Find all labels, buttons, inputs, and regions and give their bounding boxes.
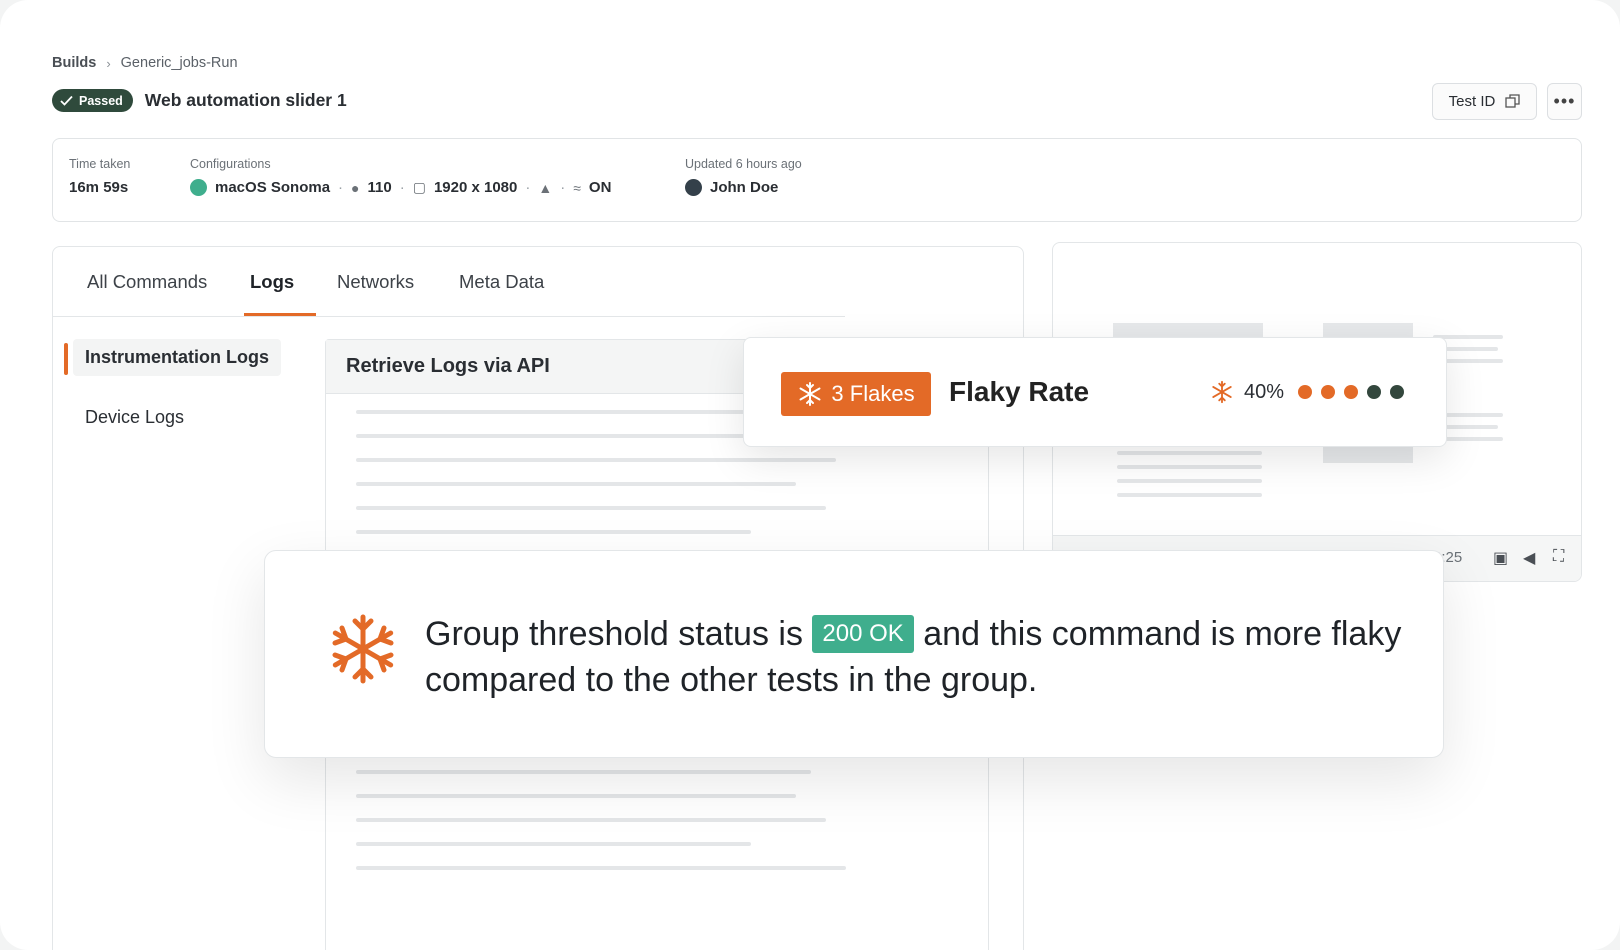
app-frame: Builds › Generic_jobs-Run Passed Web aut… <box>0 0 1620 950</box>
separator: · <box>399 179 405 196</box>
status-code-chip: 200 OK <box>812 615 914 653</box>
flakes-badge: 3 Flakes <box>781 372 931 416</box>
resolution: 1920 x 1080 <box>433 179 518 196</box>
breadcrumb-builds-link[interactable]: Builds <box>52 55 96 71</box>
tab-meta-data[interactable]: Meta Data <box>459 271 544 293</box>
snowflake-icon <box>799 382 821 406</box>
log-line <box>356 458 836 462</box>
flaky-rate-title: Flaky Rate <box>949 376 1090 407</box>
configurations-value: macOS Sonoma · ● 110 · ▢ 1920 x 1080 · ▲… <box>190 179 611 196</box>
threshold-text-before: Group threshold status is <box>425 615 803 653</box>
group-threshold-card: Group threshold status is 200 OK and thi… <box>264 550 1444 758</box>
user-avatar <box>685 179 702 196</box>
title-row: Passed Web automation slider 1 <box>52 89 347 112</box>
apple-icon: ● <box>351 179 360 196</box>
snowflake-icon <box>332 614 394 684</box>
log-line <box>356 866 846 870</box>
log-line <box>356 482 796 486</box>
updated-label: Updated 6 hours ago <box>685 157 802 171</box>
time-taken-value: 16m 59s <box>69 179 129 196</box>
rate-dot <box>1367 385 1382 399</box>
flaky-rate-card: 3 Flakes Flaky Rate 40% <box>743 337 1447 447</box>
status-badge: Passed <box>52 89 133 112</box>
log-line <box>356 818 826 822</box>
separator: · <box>525 179 531 196</box>
breadcrumb: Builds › Generic_jobs-Run <box>52 55 238 71</box>
build-info-card: Time taken 16m 59s Configurations macOS … <box>52 138 1582 222</box>
log-line <box>356 842 751 846</box>
separator: · <box>338 179 344 196</box>
separator: · <box>560 179 566 196</box>
configurations-label: Configurations <box>190 157 271 171</box>
rate-dot <box>1344 385 1359 399</box>
rate-dot <box>1321 385 1336 399</box>
preview-line <box>1117 451 1262 455</box>
sidebar-item-device-logs[interactable]: Device Logs <box>85 407 184 428</box>
tab-logs[interactable]: Logs <box>250 271 294 293</box>
flaky-rate-value: 40% <box>1244 380 1285 403</box>
flakes-count: 3 Flakes <box>831 381 915 406</box>
user-name: John Doe <box>710 179 779 196</box>
test-id-label: Test ID <box>1448 93 1496 110</box>
updated-block: Updated 6 hours ago John Doe <box>685 157 802 196</box>
preview-line <box>1117 493 1262 497</box>
fullscreen-icon[interactable]: ⛶ <box>1553 548 1564 566</box>
log-line <box>356 506 826 510</box>
more-icon: ••• <box>1553 91 1576 111</box>
terrain-icon: ▲ <box>538 179 553 196</box>
snowflake-icon <box>1212 380 1232 404</box>
preview-line <box>1117 465 1262 469</box>
camera-icon[interactable]: ▣ <box>1493 548 1508 568</box>
log-line <box>356 434 796 438</box>
rate-dot <box>1390 385 1405 399</box>
chevron-right-icon: › <box>106 55 111 71</box>
preview-line <box>1117 479 1262 483</box>
macos-icon <box>190 179 207 196</box>
log-line <box>356 770 811 774</box>
test-id-button[interactable]: Test ID <box>1432 83 1537 120</box>
configurations-block: Configurations macOS Sonoma · ● 110 · ▢ … <box>190 157 611 196</box>
flaky-rate-summary: 40% <box>1210 380 1405 404</box>
active-item-indicator <box>64 343 68 375</box>
time-taken-label: Time taken <box>69 157 131 171</box>
volume-icon[interactable]: ◀ <box>1523 548 1535 568</box>
time-taken-block: Time taken 16m 59s <box>69 157 130 196</box>
more-options-button[interactable]: ••• <box>1547 83 1582 120</box>
page-title: Web automation slider 1 <box>144 90 347 110</box>
copy-icon <box>1505 94 1520 108</box>
active-tab-indicator <box>244 313 316 316</box>
browser-version: 110 <box>367 179 392 196</box>
rate-dot <box>1298 385 1313 399</box>
user-value: John Doe <box>685 179 802 196</box>
threshold-message: Group threshold status is 200 OK and thi… <box>425 611 1415 703</box>
log-line <box>356 794 796 798</box>
os-name: macOS Sonoma <box>215 179 331 196</box>
sidebar-item-instrumentation-logs[interactable]: Instrumentation Logs <box>73 339 281 376</box>
status-label: Passed <box>79 93 123 108</box>
tab-all-commands[interactable]: All Commands <box>87 271 207 293</box>
tab-networks[interactable]: Networks <box>337 271 414 293</box>
log-line <box>356 530 751 534</box>
breadcrumb-current[interactable]: Generic_jobs-Run <box>121 55 238 71</box>
network-icon: ≈ <box>573 179 581 196</box>
tab-bar: All Commands Logs Networks Meta Data <box>53 247 845 317</box>
flaky-rate-dots <box>1298 385 1405 399</box>
check-icon <box>60 95 73 106</box>
network-status: ON <box>588 179 612 196</box>
resolution-icon: ▢ <box>412 179 426 195</box>
